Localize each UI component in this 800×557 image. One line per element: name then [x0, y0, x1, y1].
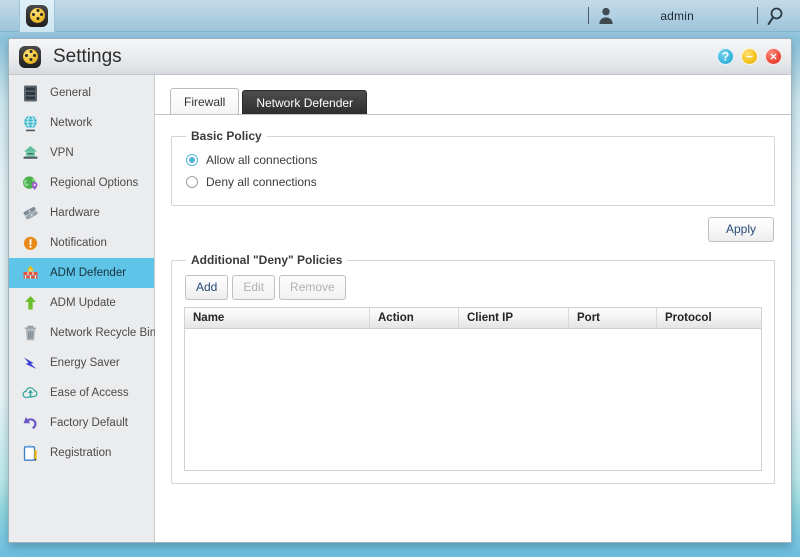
minus-icon: − [745, 49, 753, 63]
adm-app-icon [26, 4, 48, 27]
disk-stack-icon [20, 203, 41, 224]
apply-button[interactable]: Apply [708, 217, 774, 242]
edit-button: Edit [232, 275, 276, 300]
sidebar-item-network-recycle-bin[interactable]: Network Recycle Bin [9, 318, 157, 348]
undo-arrow-icon [20, 413, 41, 434]
firewall-icon [20, 263, 41, 284]
topbar-right-group: admin [579, 0, 800, 32]
radio-indicator[interactable] [186, 154, 198, 166]
policy-table: Name Action Client IP Port Protocol [184, 307, 762, 471]
sidebar-item-label: Hardware [50, 207, 100, 219]
radio-label: Deny all connections [206, 175, 317, 189]
up-arrow-icon [20, 293, 41, 314]
globe-pin-icon [20, 173, 41, 194]
topbar-separator-1 [588, 7, 590, 24]
add-button[interactable]: Add [185, 275, 229, 300]
window-title: Settings [53, 45, 122, 67]
close-x-icon: × [769, 49, 777, 63]
clipboard-pen-icon [20, 443, 41, 464]
deny-policies-legend: Additional "Deny" Policies [191, 253, 343, 267]
policy-toolbar: Add Edit Remove [185, 275, 762, 300]
sidebar-item-label: Factory Default [50, 417, 128, 429]
remove-button: Remove [279, 275, 346, 300]
window-titlebar[interactable]: Settings ? − × [9, 39, 791, 75]
close-button[interactable]: × [765, 48, 782, 65]
sidebar-item-energy-saver[interactable]: Energy Saver [9, 348, 154, 378]
sidebar-item-label: Network Recycle Bin [50, 327, 157, 339]
sidebar-item-adm-update[interactable]: ADM Update [9, 288, 154, 318]
sidebar-item-factory-default[interactable]: Factory Default [9, 408, 154, 438]
sidebar-item-vpn[interactable]: VPN [9, 138, 154, 168]
alert-circle-icon [20, 233, 41, 254]
help-button[interactable]: ? [717, 48, 734, 65]
sidebar-item-network[interactable]: Network [9, 108, 154, 138]
column-header-action[interactable]: Action [370, 308, 459, 328]
settings-content: Firewall Network Defender Basic Policy A… [155, 75, 791, 542]
sidebar-item-adm-defender[interactable]: ADM Defender [9, 258, 154, 288]
radio-allow-all-connections[interactable]: Allow all connections [186, 149, 762, 171]
column-header-client-ip[interactable]: Client IP [459, 308, 569, 328]
trash-bin-icon [20, 323, 41, 344]
additional-deny-policies-group: Additional "Deny" Policies Add Edit Remo… [171, 253, 775, 484]
system-topbar: admin [0, 0, 800, 32]
window-body: General Network VPN Regional Options Har… [9, 75, 791, 542]
sidebar-item-label: Ease of Access [50, 387, 129, 399]
user-silhouette-icon[interactable] [598, 7, 614, 24]
table-body-empty [185, 329, 761, 470]
lightning-bolt-icon [20, 353, 41, 374]
window-controls: ? − × [717, 48, 782, 65]
tab-label: Firewall [184, 94, 226, 109]
tab-label: Network Defender [256, 95, 354, 110]
sidebar-item-label: ADM Update [50, 297, 116, 309]
sidebar-item-label: Registration [50, 447, 112, 459]
basic-policy-group: Basic Policy Allow all connections Deny … [171, 129, 775, 206]
basic-policy-legend: Basic Policy [191, 129, 262, 143]
radio-label: Allow all connections [206, 153, 318, 167]
sidebar-item-label: Network [50, 117, 93, 129]
vpn-house-icon [20, 143, 41, 164]
settings-window: Settings ? − × General Network VPN Regio… [8, 38, 792, 543]
server-rack-icon [20, 83, 41, 104]
tab-firewall[interactable]: Firewall [170, 88, 240, 114]
username-label: admin [660, 8, 694, 23]
globe-icon [20, 113, 41, 134]
sidebar-item-label: Energy Saver [50, 357, 120, 369]
sidebar-item-label: General [50, 87, 91, 99]
sidebar-item-general[interactable]: General [9, 78, 154, 108]
question-mark-icon: ? [721, 49, 730, 63]
topbar-separator-2 [757, 7, 758, 24]
sidebar-item-ease-of-access[interactable]: Ease of Access [9, 378, 154, 408]
column-header-protocol[interactable]: Protocol [657, 308, 761, 328]
radio-deny-all-connections[interactable]: Deny all connections [186, 171, 762, 193]
search-icon[interactable] [767, 7, 790, 25]
app-launcher-button[interactable] [19, 0, 55, 32]
settings-app-icon [19, 45, 41, 68]
sidebar-item-registration[interactable]: Registration [9, 438, 154, 468]
sidebar-item-label: ADM Defender [50, 267, 127, 279]
tab-network-defender[interactable]: Network Defender [242, 90, 368, 114]
sidebar-item-notification[interactable]: Notification [9, 228, 154, 258]
settings-sidebar: General Network VPN Regional Options Har… [9, 75, 157, 542]
cloud-arrow-icon [20, 383, 41, 404]
minimize-button[interactable]: − [741, 48, 758, 65]
sidebar-item-regional-options[interactable]: Regional Options [9, 168, 154, 198]
desktop-background: admin Settings ? − × General Network VPN… [0, 0, 800, 557]
radio-indicator[interactable] [186, 176, 198, 188]
apply-row: Apply [171, 217, 774, 242]
sidebar-item-label: Notification [50, 237, 107, 249]
column-header-port[interactable]: Port [569, 308, 657, 328]
sidebar-item-label: Regional Options [50, 177, 139, 189]
tab-strip: Firewall Network Defender [155, 84, 791, 114]
sidebar-item-hardware[interactable]: Hardware [9, 198, 154, 228]
firewall-panel: Basic Policy Allow all connections Deny … [155, 115, 791, 484]
column-header-name[interactable]: Name [185, 308, 370, 328]
sidebar-item-label: VPN [50, 147, 74, 159]
table-header-row: Name Action Client IP Port Protocol [185, 308, 761, 329]
